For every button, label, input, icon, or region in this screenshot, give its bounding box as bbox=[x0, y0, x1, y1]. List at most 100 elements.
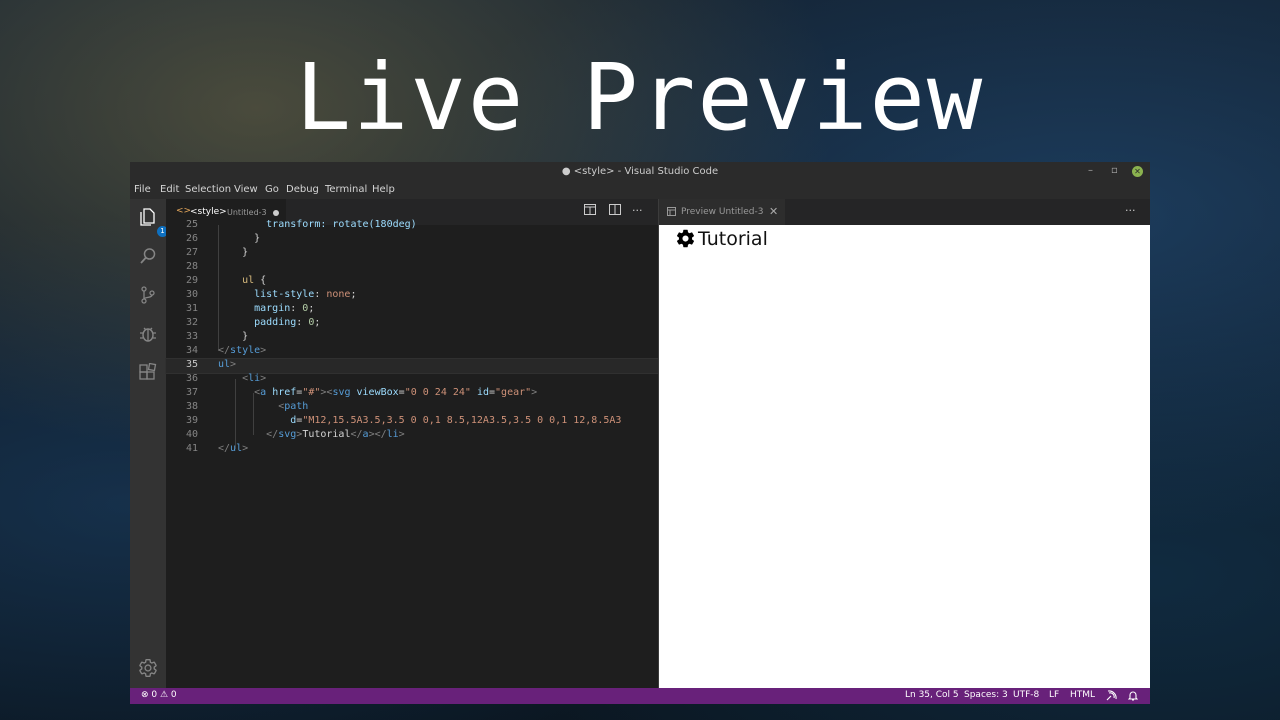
settings-gear-icon[interactable] bbox=[138, 658, 158, 678]
preview-pane: Tutorial bbox=[659, 225, 1150, 688]
title-bar: ● <style> - Visual Studio Code – ▫ ✕ bbox=[130, 162, 1150, 182]
encoding-setting[interactable]: UTF-8 bbox=[1013, 690, 1039, 700]
code-token: : bbox=[314, 289, 327, 300]
code-line[interactable]: 30 list-style: none; bbox=[166, 289, 658, 303]
code-line[interactable]: 25 transform: rotate(180deg) bbox=[166, 219, 658, 233]
menu-help[interactable]: Help bbox=[372, 184, 395, 195]
code-token: Tutorial bbox=[302, 429, 351, 440]
code-token: ; bbox=[350, 289, 357, 300]
code-line[interactable]: 36 <li> bbox=[166, 373, 658, 387]
code-token: < bbox=[218, 401, 285, 412]
code-text: <path bbox=[218, 401, 308, 412]
code-token: li bbox=[386, 429, 399, 440]
eol-setting[interactable]: LF bbox=[1049, 690, 1059, 700]
feedback-icon[interactable] bbox=[1106, 690, 1117, 704]
gear-icon bbox=[676, 229, 695, 248]
activity-bar: 1 bbox=[130, 199, 168, 688]
code-text: </style> bbox=[218, 345, 266, 356]
code-line[interactable]: 28 bbox=[166, 261, 658, 275]
code-token: </ bbox=[218, 345, 231, 356]
code-token: d bbox=[218, 415, 297, 426]
window-title: ● <style> - Visual Studio Code bbox=[561, 166, 719, 177]
vscode-window: ● <style> - Visual Studio Code – ▫ ✕ Fil… bbox=[130, 162, 1150, 704]
code-token: margin bbox=[218, 303, 291, 314]
line-number: 41 bbox=[185, 443, 198, 454]
line-number: 32 bbox=[185, 317, 198, 328]
code-token: "gear" bbox=[495, 387, 532, 398]
menu-go[interactable]: Go bbox=[265, 184, 279, 195]
menu-view[interactable]: View bbox=[234, 184, 258, 195]
code-token: >< bbox=[320, 387, 333, 398]
code-token: ul bbox=[230, 443, 243, 454]
code-text: ul { bbox=[218, 275, 266, 286]
code-token: none bbox=[326, 289, 351, 300]
code-editor[interactable]: 25 transform: rotate(180deg) 26 } 27 } 28 29… bbox=[165, 219, 694, 688]
code-token: style bbox=[230, 345, 261, 356]
more-actions-button[interactable]: ··· bbox=[632, 204, 643, 217]
preview-icon bbox=[667, 207, 676, 216]
code-text: } bbox=[218, 331, 248, 342]
open-preview-icon[interactable] bbox=[584, 204, 596, 218]
code-text: <a href="#"><svg viewBox="0 0 24 24" id=… bbox=[218, 387, 537, 398]
code-line[interactable]: 31 margin: 0; bbox=[166, 303, 658, 317]
language-mode[interactable]: HTML bbox=[1070, 690, 1095, 700]
search-icon[interactable] bbox=[138, 246, 158, 266]
close-tab-button[interactable]: ✕ bbox=[769, 205, 778, 218]
tutorial-link-text: Tutorial bbox=[698, 228, 768, 250]
split-editor-icon[interactable] bbox=[609, 204, 621, 218]
code-line[interactable]: 35 ul> bbox=[165, 358, 659, 374]
code-line[interactable]: 26 } bbox=[166, 233, 658, 247]
menu-file[interactable]: File bbox=[134, 184, 151, 195]
extensions-icon[interactable] bbox=[138, 362, 158, 383]
code-line[interactable]: 29 ul { bbox=[166, 275, 658, 289]
debug-icon[interactable] bbox=[138, 324, 158, 344]
code-token: list-style bbox=[218, 289, 315, 300]
code-token: : bbox=[296, 317, 309, 328]
code-token: ul bbox=[218, 275, 255, 286]
menu-edit[interactable]: Edit bbox=[160, 184, 179, 195]
code-line[interactable]: 27 } bbox=[166, 247, 658, 261]
source-control-icon[interactable] bbox=[138, 285, 158, 305]
code-line[interactable]: 33 } bbox=[166, 331, 658, 345]
code-token: > bbox=[260, 373, 267, 384]
line-number: 27 bbox=[185, 247, 198, 258]
tab-description: Untitled-3 bbox=[227, 208, 267, 217]
line-number: 26 bbox=[185, 233, 198, 244]
code-line[interactable]: 34 </style> bbox=[166, 345, 658, 359]
minimize-button[interactable]: – bbox=[1088, 165, 1093, 176]
code-line[interactable]: 39 d="M12,15.5A3.5,3.5 0 0,1 8.5,12A3.5,… bbox=[166, 415, 658, 429]
line-number: 38 bbox=[185, 401, 198, 412]
explorer-icon[interactable]: 1 bbox=[138, 207, 168, 237]
code-text: d="M12,15.5A3.5,3.5 0 0,1 8.5,12A3.5,3.5… bbox=[218, 415, 621, 426]
line-number: 36 bbox=[185, 373, 198, 384]
code-token: } bbox=[218, 247, 249, 258]
preview-tab-bar: Preview Untitled-3 ✕ ··· bbox=[659, 199, 1150, 225]
code-line[interactable]: 38 <path bbox=[166, 401, 658, 415]
code-token: < bbox=[218, 373, 249, 384]
tab-preview[interactable]: Preview Untitled-3 ✕ bbox=[659, 199, 785, 225]
preview-more-button[interactable]: ··· bbox=[1125, 204, 1136, 217]
menu-selection[interactable]: Selection bbox=[185, 184, 231, 195]
indentation-setting[interactable]: Spaces: 3 bbox=[964, 690, 1008, 700]
code-token: viewBox bbox=[350, 387, 399, 398]
cursor-position[interactable]: Ln 35, Col 5 bbox=[905, 690, 959, 700]
line-number: 30 bbox=[185, 289, 198, 300]
unsaved-dot-icon[interactable] bbox=[273, 210, 279, 216]
code-line[interactable]: 40 </svg>Tutorial</a></li> bbox=[166, 429, 658, 443]
code-token: svg bbox=[278, 429, 297, 440]
code-token: ; bbox=[314, 317, 321, 328]
code-line[interactable]: 37 <a href="#"><svg viewBox="0 0 24 24" … bbox=[166, 387, 658, 401]
line-number: 29 bbox=[185, 275, 198, 286]
code-token: "0 0 24 24" bbox=[404, 387, 471, 398]
notifications-bell-icon[interactable] bbox=[1127, 690, 1139, 704]
menu-debug[interactable]: Debug bbox=[286, 184, 319, 195]
code-line[interactable]: 41 </ul> bbox=[166, 443, 658, 457]
code-text: transform: rotate(180deg) bbox=[218, 219, 417, 230]
code-token: li bbox=[248, 373, 261, 384]
maximize-button[interactable]: ▫ bbox=[1111, 165, 1118, 176]
menu-terminal[interactable]: Terminal bbox=[325, 184, 367, 195]
code-line[interactable]: 32 padding: 0; bbox=[166, 317, 658, 331]
close-window-button[interactable]: ✕ bbox=[1132, 166, 1143, 177]
problems-indicator[interactable]: ⊗ 0 ⚠ 0 bbox=[141, 690, 177, 700]
code-token: ul bbox=[218, 359, 231, 370]
